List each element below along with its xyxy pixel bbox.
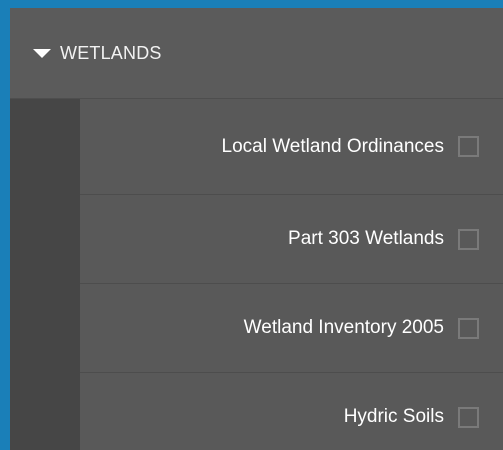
wetlands-group-title: WETLANDS	[60, 42, 162, 63]
layer-panel: WETLANDS Local Wetland Ordinances Part 3…	[10, 8, 503, 450]
layer-checkbox[interactable]	[458, 136, 479, 157]
layer-item-local-wetland-ordinances[interactable]: Local Wetland Ordinances	[80, 99, 503, 195]
layer-label: Hydric Soils	[343, 406, 444, 427]
layer-checkbox[interactable]	[458, 317, 479, 339]
layer-label: Wetland Inventory 2005	[243, 317, 444, 338]
layer-list: Local Wetland Ordinances Part 303 Wetlan…	[80, 99, 503, 450]
wetlands-group-header[interactable]: WETLANDS	[10, 8, 503, 99]
layer-item-hydric-soils[interactable]: Hydric Soils	[80, 373, 503, 450]
indent-strip	[10, 99, 80, 450]
caret-down-icon[interactable]	[33, 48, 51, 58]
layer-checkbox[interactable]	[458, 228, 479, 250]
layer-label: Part 303 Wetlands	[288, 228, 444, 249]
layer-label: Local Wetland Ordinances	[221, 135, 445, 157]
layer-item-wetland-inventory-2005[interactable]: Wetland Inventory 2005	[80, 284, 503, 373]
layer-checkbox[interactable]	[458, 406, 479, 428]
layer-list-area: Local Wetland Ordinances Part 303 Wetlan…	[10, 99, 503, 450]
layer-item-part-303-wetlands[interactable]: Part 303 Wetlands	[80, 195, 503, 284]
